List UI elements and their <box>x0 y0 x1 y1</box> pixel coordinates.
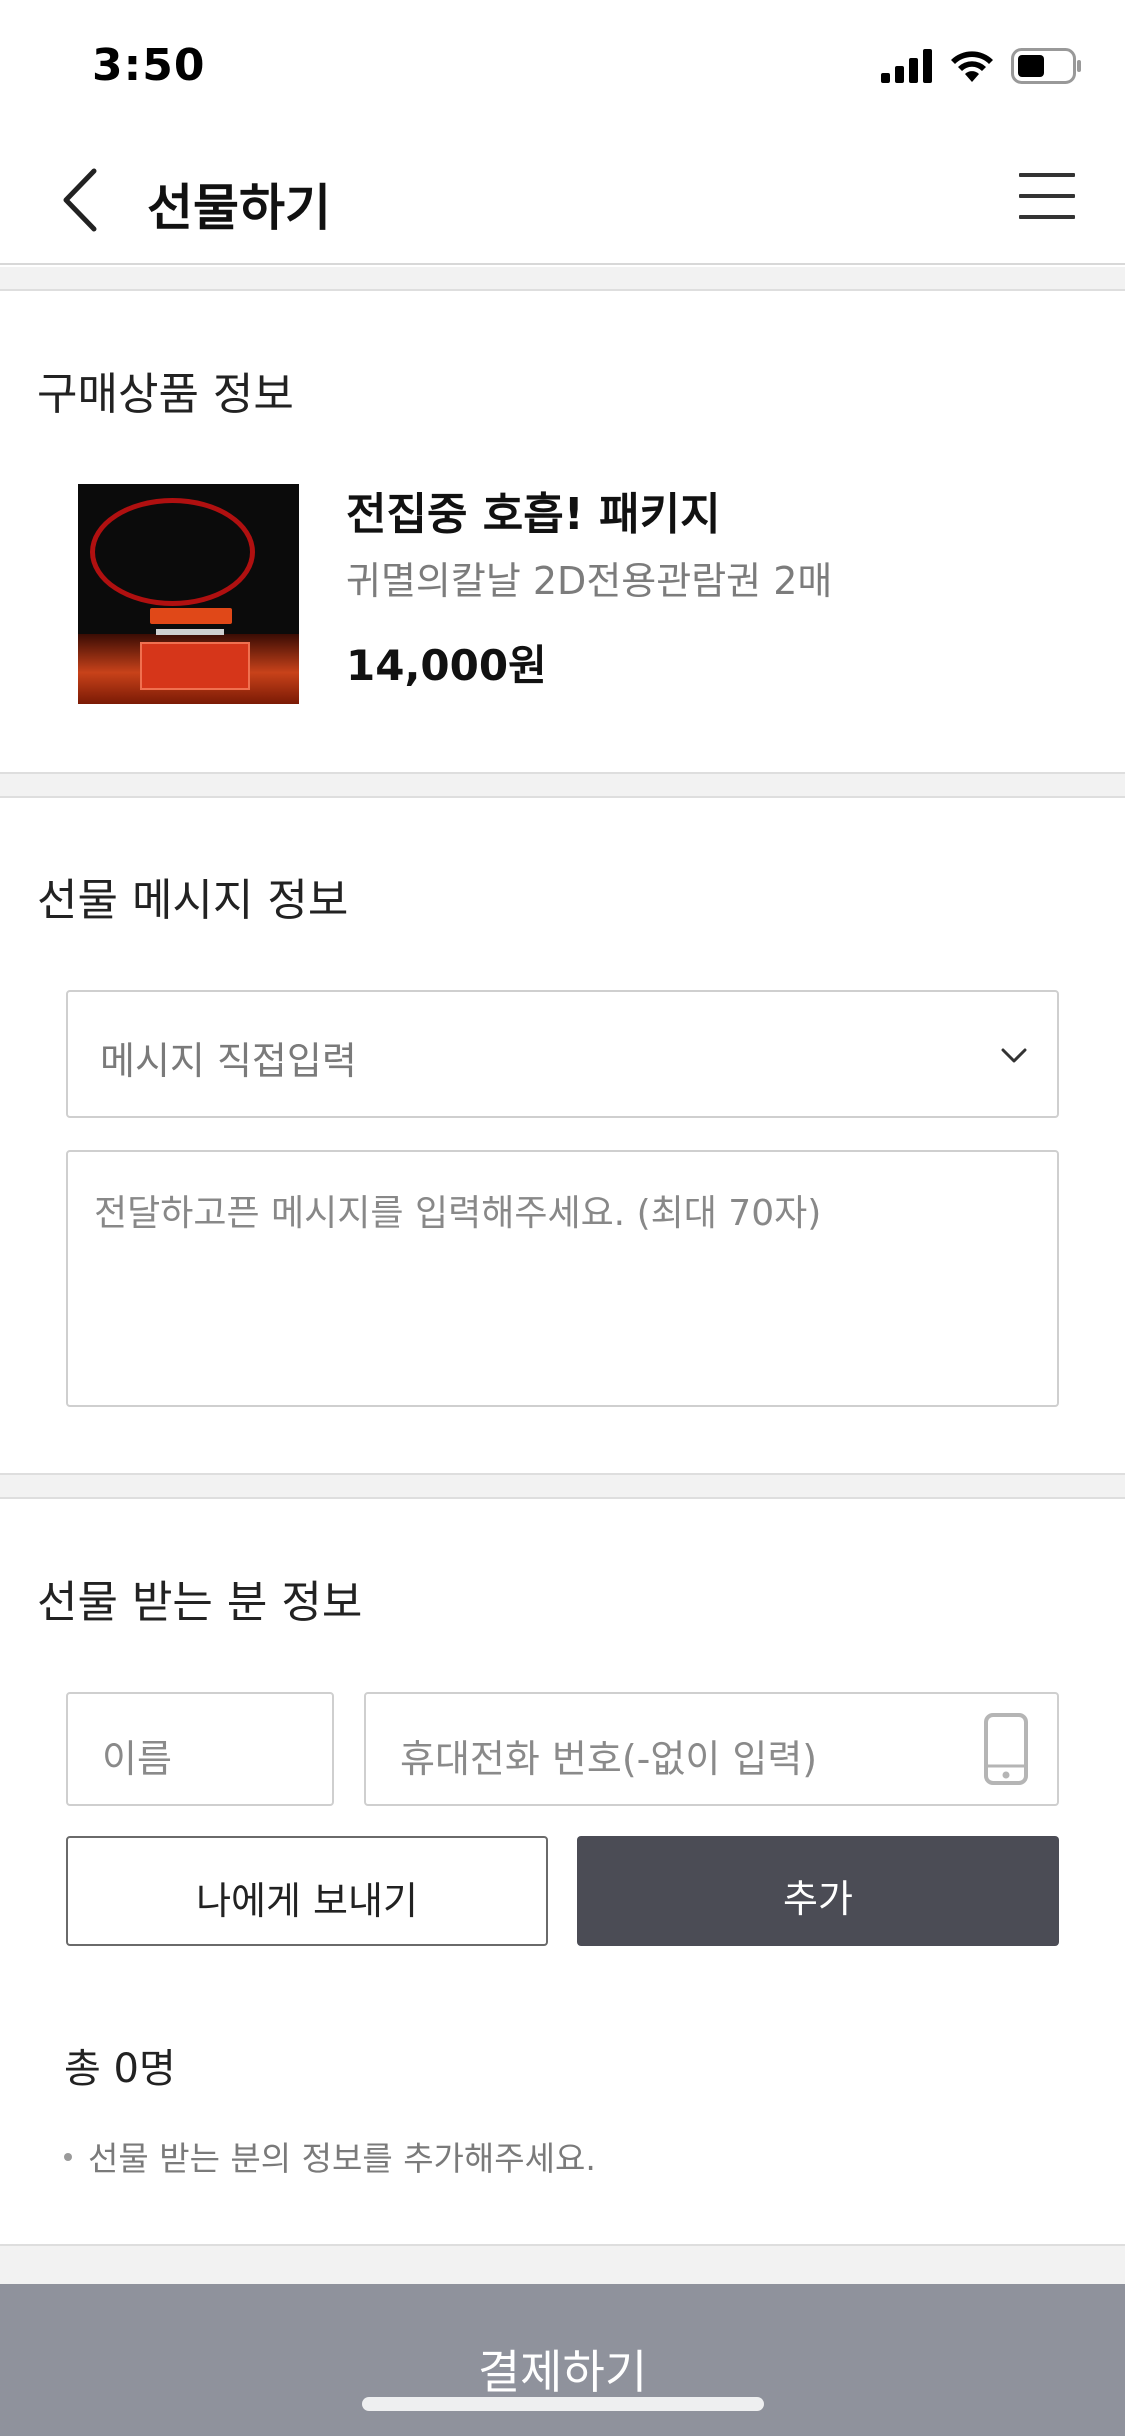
signal-icon <box>881 49 932 83</box>
contacts-phone-icon[interactable] <box>983 1712 1029 1786</box>
home-indicator <box>362 2397 764 2411</box>
status-icons <box>881 48 1083 84</box>
back-button[interactable] <box>54 165 114 235</box>
menu-button[interactable] <box>1019 173 1075 223</box>
battery-icon <box>1011 48 1081 84</box>
message-type-value: 메시지 직접입력 <box>100 1039 357 1083</box>
wifi-icon <box>951 51 993 82</box>
recipient-notice: 선물 받는 분의 정보를 추가해주세요. <box>64 2132 596 2180</box>
add-recipient-button[interactable]: 추가 <box>577 1836 1059 1946</box>
product-description: 귀멸의칼날 2D전용관람권 2매 <box>346 559 833 603</box>
bullet-icon <box>64 2152 72 2161</box>
message-type-select[interactable]: 메시지 직접입력 <box>66 990 1059 1118</box>
product-name: 전집중 호흡! 패키지 <box>346 489 721 540</box>
status-bar: 3:50 <box>0 0 1125 135</box>
section-divider <box>0 2244 1125 2284</box>
phone-placeholder: 휴대전화 번호(-없이 입력) <box>400 1737 818 1781</box>
recipient-total: 총 0명 <box>64 2046 176 2092</box>
product-section-title: 구매상품 정보 <box>37 369 294 420</box>
section-divider <box>0 1473 1125 1499</box>
add-recipient-label: 추가 <box>783 1877 853 1921</box>
name-placeholder: 이름 <box>102 1737 172 1781</box>
product-thumbnail <box>78 484 299 704</box>
message-placeholder: 전달하고픈 메시지를 입력해주세요. (최대 70자) <box>94 1193 822 1234</box>
recipient-phone-field[interactable]: 휴대전화 번호(-없이 입력) <box>364 1692 1059 1806</box>
pay-button[interactable]: 결제하기 <box>0 2284 1125 2436</box>
chevron-left-icon <box>63 168 97 232</box>
nav-bar: 선물하기 <box>0 135 1125 265</box>
section-divider <box>0 772 1125 798</box>
recipient-name-field[interactable]: 이름 <box>66 1692 334 1806</box>
status-time: 3:50 <box>92 40 206 91</box>
message-textarea[interactable]: 전달하고픈 메시지를 입력해주세요. (최대 70자) <box>66 1150 1059 1407</box>
recipient-section-title: 선물 받는 분 정보 <box>37 1577 363 1628</box>
notice-text: 선물 받는 분의 정보를 추가해주세요. <box>88 2139 596 2178</box>
section-divider <box>0 267 1125 291</box>
product-price: 14,000원 <box>346 641 547 690</box>
chevron-down-icon <box>1001 1048 1027 1063</box>
page-title: 선물하기 <box>147 179 331 237</box>
message-section-title: 선물 메시지 정보 <box>37 875 349 926</box>
pay-label: 결제하기 <box>477 2345 648 2399</box>
send-to-me-button[interactable]: 나에게 보내기 <box>66 1836 548 1946</box>
send-to-me-label: 나에게 보내기 <box>196 1879 418 1923</box>
hamburger-menu-icon <box>1019 173 1075 219</box>
